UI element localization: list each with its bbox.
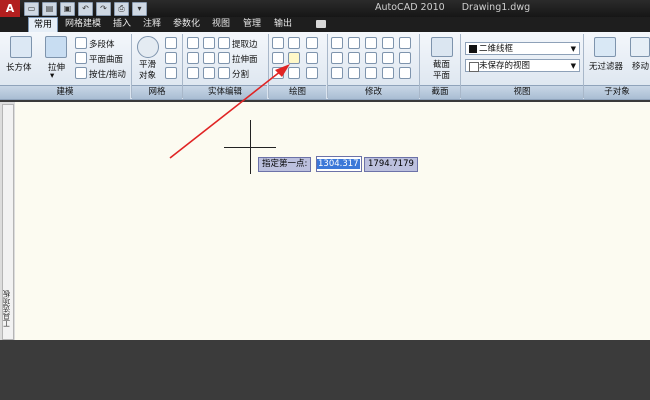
command-area (0, 340, 650, 400)
annotation-arrow-head (275, 64, 290, 77)
annotation-arrow-line (169, 70, 282, 159)
